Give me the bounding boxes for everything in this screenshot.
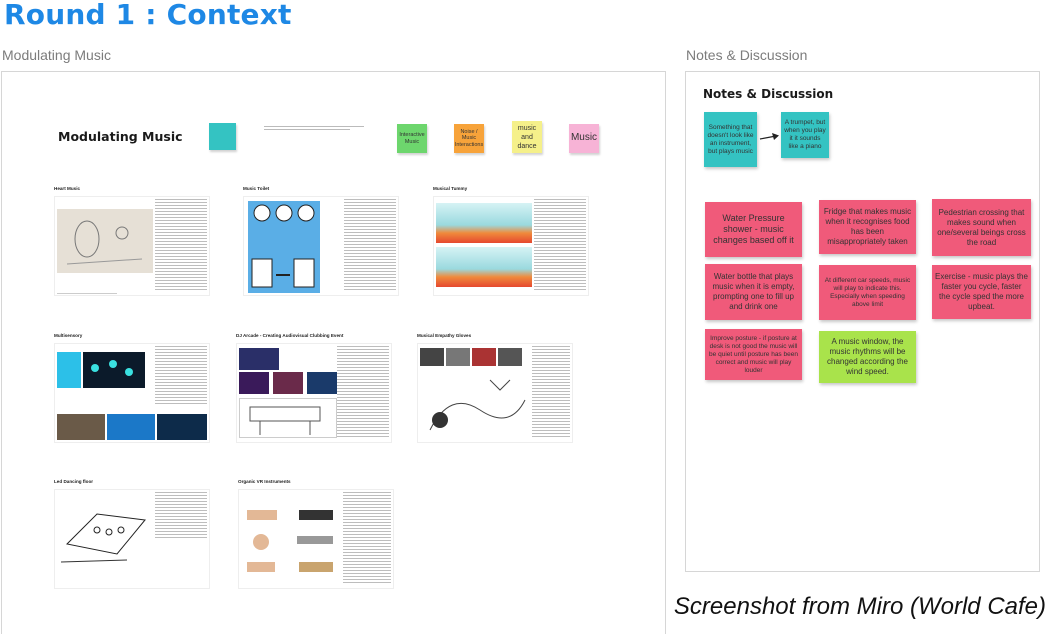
toilet-diagram: [248, 201, 320, 293]
glove-photo-3: [472, 348, 496, 366]
frame-content: [433, 196, 589, 296]
jellyfish-dark-image: [83, 352, 145, 388]
frame-multisensory[interactable]: Multisensory: [54, 333, 210, 447]
club-photo-2: [239, 372, 269, 394]
screenshot-caption: Screenshot from Miro (World Cafe): [673, 593, 1046, 620]
photo-3: [157, 414, 207, 440]
teal-sticky-note-1[interactable]: Something that doesn't look like an inst…: [704, 112, 757, 167]
text-column: [155, 346, 207, 406]
glove-sketch: [420, 370, 530, 440]
legend-music-dance[interactable]: music and dance: [512, 121, 542, 153]
frame-led-dancing-floor[interactable]: Led Dancing floor: [54, 479, 210, 593]
modulating-music-board[interactable]: Modulating Music Interactive Music Noise…: [1, 71, 666, 634]
frame-musical-tummy[interactable]: Musical Tummy: [433, 186, 589, 300]
frame-empathy-gloves[interactable]: Musical Empathy Gloves: [417, 333, 573, 447]
instrument-collage: [241, 496, 337, 586]
right-section-label: Notes & Discussion: [686, 47, 808, 63]
frame-footer: [57, 293, 117, 294]
sketch-image: [57, 209, 153, 273]
floor-sketch: [57, 494, 149, 570]
notes-heading: Notes & Discussion: [703, 87, 834, 101]
text-column: [343, 492, 391, 584]
club-photo-3: [273, 372, 303, 394]
tummy-figure-1: [436, 203, 532, 243]
frame-heart-music[interactable]: Heart Music: [54, 186, 210, 300]
frame-title: Musical Empathy Gloves: [417, 333, 472, 338]
mini-teal-note[interactable]: [209, 123, 236, 150]
booth-sketch: [239, 398, 337, 438]
legend-interactive-music[interactable]: Interactive Music: [397, 124, 427, 153]
photo-1: [57, 414, 105, 440]
tummy-figure-2: [436, 247, 532, 287]
frame-content: [238, 489, 394, 589]
frame-content: [236, 343, 392, 443]
frame-content: [243, 196, 399, 296]
frame-title: Organic VR Instruments: [238, 479, 291, 484]
notes-discussion-board[interactable]: Notes & Discussion Something that doesn'…: [685, 71, 1040, 572]
frame-title: Led Dancing floor: [54, 479, 94, 484]
frame-music-toilet[interactable]: Music Toilet: [243, 186, 399, 300]
frame-title: Musical Tummy: [433, 186, 468, 191]
frame-content: [417, 343, 573, 443]
sticky-note-fridge[interactable]: Fridge that makes music when it recognis…: [819, 200, 916, 254]
glove-photo-4: [498, 348, 522, 366]
frame-title: Heart Music: [54, 186, 81, 191]
teal-sticky-note-2[interactable]: A trumpet, but when you play it it sound…: [781, 112, 829, 158]
text-column: [532, 346, 570, 438]
club-photo-1: [239, 348, 279, 370]
sticky-note-music-window[interactable]: A music window, the music rhythms will b…: [819, 331, 916, 383]
legend-noise-music[interactable]: Noise / Music Interactions: [454, 124, 484, 153]
club-photo-4: [307, 372, 337, 394]
glove-photo-1: [420, 348, 444, 366]
sticky-note-posture[interactable]: Improve posture - if posture at desk is …: [705, 329, 802, 380]
frame-content: [54, 489, 210, 589]
board-description: [264, 124, 374, 132]
photo-2: [107, 414, 155, 440]
text-column: [344, 199, 396, 291]
board-heading: Modulating Music: [58, 129, 183, 144]
frame-organic-vr[interactable]: Organic VR Instruments: [238, 479, 394, 593]
frame-title: Music Toilet: [243, 186, 270, 191]
arrow-icon: [759, 133, 779, 140]
text-column: [337, 346, 389, 438]
jellyfish-image: [57, 352, 81, 388]
text-column: [155, 492, 207, 540]
sticky-note-car-speeds[interactable]: At different car speeds, music will play…: [819, 265, 916, 320]
glove-photo-2: [446, 348, 470, 366]
text-column: [155, 199, 207, 291]
legend-music[interactable]: Music: [569, 124, 599, 153]
frame-title: Multisensory: [54, 333, 83, 338]
sticky-note-crossing[interactable]: Pedestrian crossing that makes sound whe…: [932, 199, 1031, 256]
sticky-note-exercise[interactable]: Exercise - music plays the faster you cy…: [932, 265, 1031, 319]
frame-content: [54, 343, 210, 443]
frame-content: [54, 196, 210, 296]
sticky-note-water-bottle[interactable]: Water bottle that plays music when it is…: [705, 264, 802, 320]
page-title: Round 1 : Context: [4, 0, 292, 31]
left-section-label: Modulating Music: [2, 47, 111, 63]
text-column: [534, 199, 586, 291]
sticky-note-shower[interactable]: Water Pressure shower - music changes ba…: [705, 202, 802, 257]
frame-title: DJ Arcade - Creating Audiovisual Clubbin…: [236, 333, 344, 338]
frame-dj-arcade[interactable]: DJ Arcade - Creating Audiovisual Clubbin…: [236, 333, 392, 447]
